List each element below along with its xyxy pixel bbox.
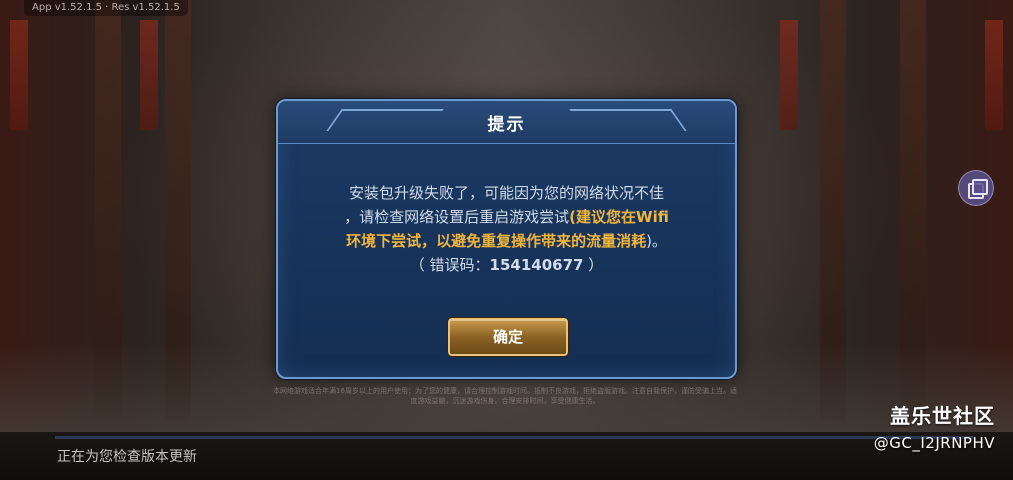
message-text: ，请检查网络设置后重启游戏尝试	[344, 208, 570, 226]
error-code-suffix: ）	[583, 256, 604, 274]
message-text: )。	[646, 232, 667, 250]
background-banner	[10, 20, 28, 130]
dialog-message: 安装包升级失败了，可能因为您的网络状况不佳 ，请检查网络设置后重启游戏尝试(建议…	[298, 181, 715, 277]
message-highlight: 环境下尝试，以避免重复操作带来的流量消耗	[346, 232, 647, 250]
update-status-text: 正在为您检查版本更新	[57, 449, 197, 465]
confirm-button[interactable]: 确定	[448, 318, 568, 356]
background-banner	[985, 20, 1003, 130]
progress-track	[55, 436, 973, 439]
error-code-value: 154140677	[489, 256, 584, 274]
background-banner	[780, 20, 798, 130]
background-banner	[140, 20, 158, 130]
error-code-line: （ 错误码：154140677 ）	[298, 253, 715, 277]
error-code-label: （ 错误码：	[409, 256, 490, 274]
window-icon	[972, 179, 988, 195]
watermark-title: 盖乐世社区	[890, 404, 995, 428]
message-line: 环境下尝试，以避免重复操作带来的流量消耗)。	[298, 229, 715, 253]
alert-dialog: 提示 安装包升级失败了，可能因为您的网络状况不佳 ，请检查网络设置后重启游戏尝试…	[276, 99, 737, 379]
watermark-user: @GC_I2JRNPHV	[873, 434, 995, 452]
loading-bar: 正在为您检查版本更新	[0, 432, 1013, 480]
message-line: ，请检查网络设置后重启游戏尝试(建议您在Wifi	[298, 205, 715, 229]
version-label: App v1.52.1.5 · Res v1.52.1.5	[24, 0, 188, 16]
message-line: 安装包升级失败了，可能因为您的网络状况不佳	[348, 184, 664, 202]
dialog-title: 提示	[487, 115, 526, 135]
floating-window-button[interactable]	[958, 170, 994, 206]
health-notice: 本网络游戏适合年满16周岁以上的用户使用；为了您的健康，请合理控制游戏时间。抵制…	[273, 387, 737, 405]
dialog-header: 提示	[278, 101, 735, 144]
message-highlight: (建议您在Wifi	[569, 208, 669, 226]
